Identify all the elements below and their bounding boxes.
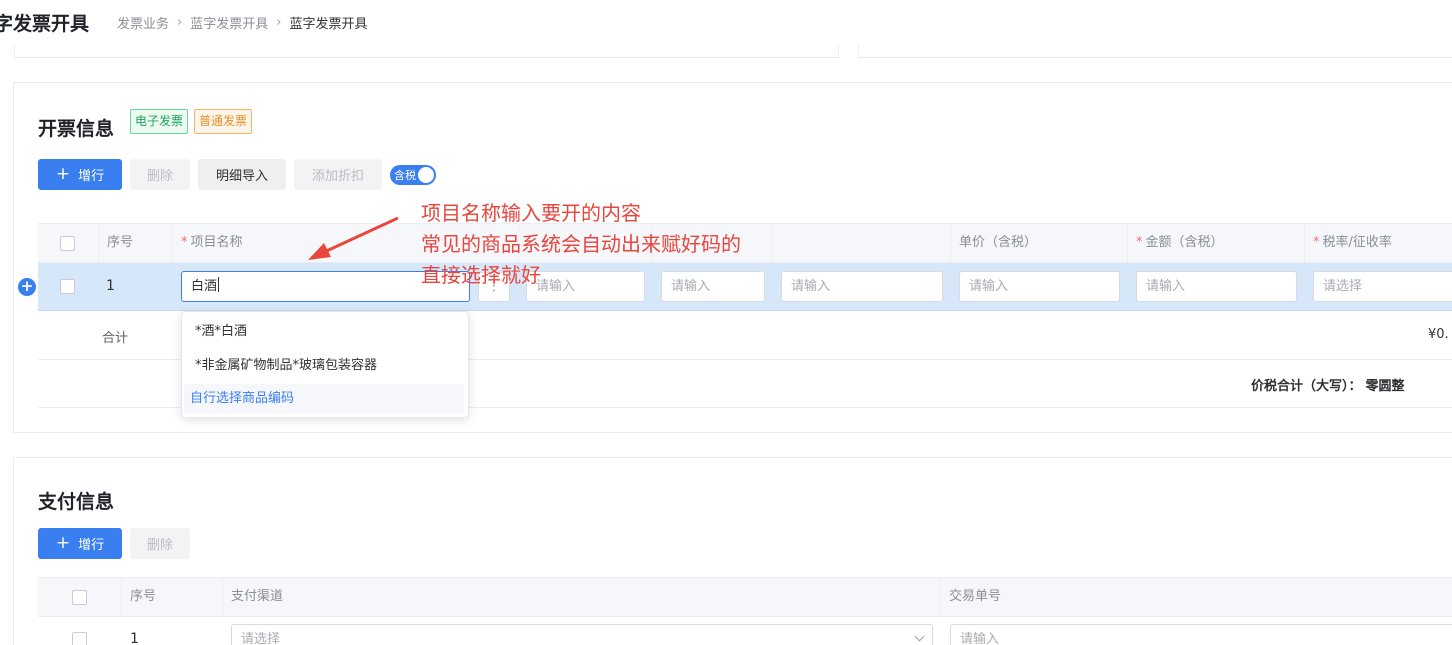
subtotal-amount: ¥0. — [1428, 327, 1449, 342]
amount-input[interactable]: 请输入 — [1136, 271, 1297, 302]
col-payment-channel: 支付渠道 — [222, 578, 940, 616]
seller-card-edge — [858, 44, 1452, 58]
buyer-card-edge — [14, 44, 839, 58]
chevron-down-icon — [914, 631, 925, 642]
annotation-line-1: 项目名称输入要开的内容 — [421, 201, 641, 225]
breadcrumb-item-invoice-business[interactable]: 发票业务 — [117, 13, 169, 32]
add-discount-button[interactable]: 添加折扣 — [294, 159, 382, 190]
col-tax-rate: * 税率/征收率 — [1304, 224, 1452, 262]
tax-included-label: 含税 — [394, 169, 416, 182]
payment-delete-row-button[interactable]: 删除 — [130, 528, 190, 559]
payment-add-row-button[interactable]: + 增行 — [38, 528, 122, 559]
suggestion-item-glass-container[interactable]: *非金属矿物制品*玻璃包装容器 — [182, 350, 468, 382]
plus-icon: + — [55, 164, 71, 184]
invoice-info-title: 开票信息 — [38, 118, 115, 140]
delete-row-button[interactable]: 删除 — [130, 159, 190, 190]
payment-row-index: 1 — [130, 631, 139, 645]
page-title: 字发票开具 — [0, 13, 90, 35]
ordinary-invoice-tag: 普通发票 — [194, 109, 253, 134]
col-unit-price: 单价（含税） — [950, 224, 1127, 262]
tax-rate-select[interactable]: 请选择 — [1313, 271, 1452, 302]
annotation-line-3: 直接选择就好 — [421, 263, 541, 287]
text-caret — [218, 277, 220, 292]
col-payment-index: 序号 — [121, 578, 222, 616]
suggestion-item-baijiu[interactable]: *酒*白酒 — [182, 316, 468, 348]
electronic-invoice-tag: 电子发票 — [130, 109, 189, 134]
col-transaction-no: 交易单号 — [940, 578, 1452, 616]
col-index: 序号 — [98, 224, 172, 262]
quantity-input[interactable]: 请输入 — [781, 271, 943, 302]
payment-row-checkbox[interactable] — [72, 632, 87, 645]
breadcrumb-item-blue-invoice[interactable]: 蓝字发票开具 — [190, 13, 268, 32]
import-details-button[interactable]: 明细导入 — [198, 159, 286, 190]
select-all-checkbox[interactable] — [60, 236, 75, 251]
total-value: 零圆整 — [1365, 379, 1405, 394]
row-checkbox[interactable] — [60, 279, 75, 294]
annotation-arrow-icon — [308, 216, 399, 260]
expand-plus-icon[interactable]: + — [18, 278, 36, 296]
chevron-right-icon: › — [177, 15, 183, 30]
annotation-line-2: 常见的商品系统会自动出来赋好码的 — [421, 232, 741, 256]
invoice-table-header: 序号 * 项目名称 单价（含税） * 金额（含税） * 税率/征收率 — [38, 223, 1452, 263]
breadcrumb: 发票业务 › 蓝字发票开具 › 蓝字发票开具 — [117, 13, 367, 32]
plus-icon: + — [55, 533, 71, 553]
spec-input[interactable]: 请输入 — [526, 271, 645, 302]
transaction-no-input[interactable]: 请输入 — [950, 624, 1452, 645]
total-label: 价税合计（大写）： 零圆整 — [1251, 379, 1405, 394]
breadcrumb-item-current: 蓝字发票开具 — [289, 17, 368, 32]
row-index: 1 — [106, 278, 115, 294]
invoice-page: 字发票开具 发票业务 › 蓝字发票开具 › 蓝字发票开具 开票信息 电子发票 普… — [0, 0, 1452, 645]
payment-info-title: 支付信息 — [38, 491, 115, 513]
custom-product-code-link[interactable]: 自行选择商品编码 — [184, 384, 464, 414]
suggestion-dropdown: *酒*白酒 *非金属矿物制品*玻璃包装容器 自行选择商品编码 — [181, 311, 469, 418]
subtotal-label: 合计 — [102, 331, 129, 346]
unit-price-input[interactable]: 请输入 — [959, 271, 1120, 302]
payment-select-all-checkbox[interactable] — [72, 590, 87, 605]
payment-channel-select[interactable]: 请选择 — [231, 624, 933, 645]
col-amount: * 金额（含税） — [1127, 224, 1304, 262]
page-header: 字发票开具 发票业务 › 蓝字发票开具 › 蓝字发票开具 — [0, 0, 1452, 44]
add-row-button[interactable]: + 增行 — [38, 159, 122, 190]
tax-included-switch[interactable]: 含税 — [390, 165, 436, 185]
unit-input[interactable]: 请输入 — [661, 271, 765, 302]
switch-knob — [418, 167, 434, 183]
chevron-right-icon: › — [276, 15, 282, 30]
col-quantity — [772, 224, 950, 262]
payment-table-header: 序号 支付渠道 交易单号 — [38, 577, 1452, 617]
